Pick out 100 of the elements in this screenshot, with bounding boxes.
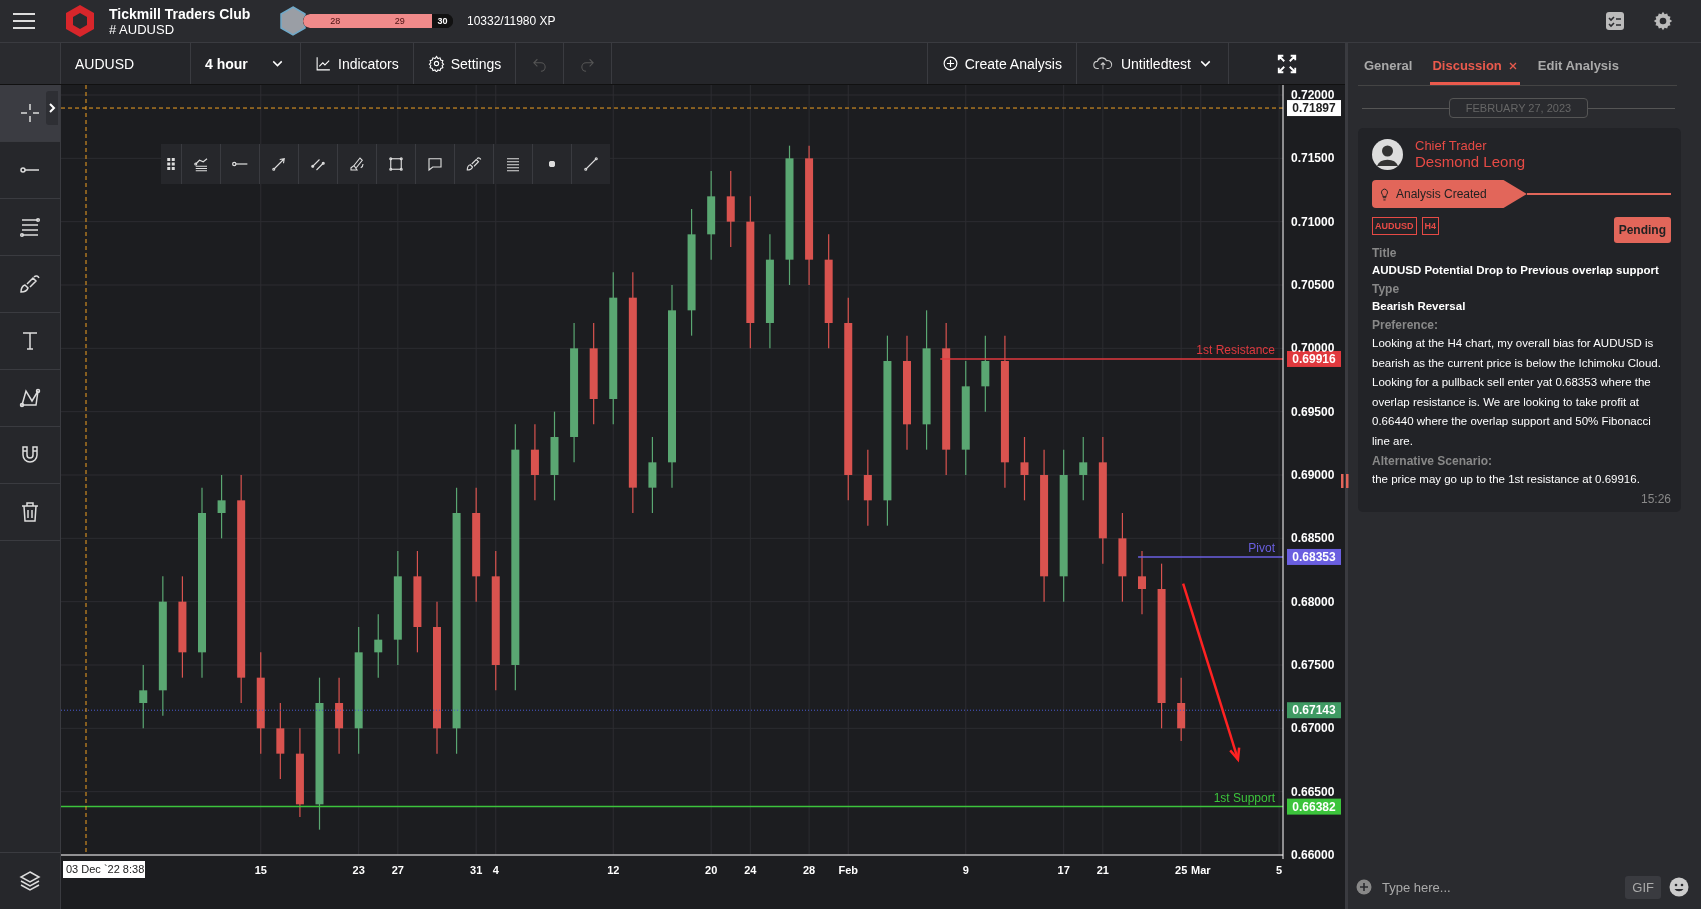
lightbulb-icon [1378,187,1391,201]
pattern-icon [18,386,42,410]
axis-label: 0.67500 [1291,658,1335,672]
event-banner: Analysis Created [1372,180,1527,208]
tag: H4 [1421,217,1440,235]
message-field[interactable]: Type here... [1380,878,1618,896]
avatar [1372,138,1403,170]
candle [1020,436,1029,501]
logo-icon [63,4,97,38]
axis-label: 27 [391,864,404,876]
level-number: 29 [393,15,406,28]
callout-icon [426,155,444,173]
rank-badge-icon [279,6,307,36]
axis-label: 0.66000 [1291,848,1335,862]
save-dropdown[interactable]: Untitledtest [1075,43,1228,84]
checklist-icon[interactable] [1605,11,1625,31]
channel-name: # AUDUSD [109,21,176,37]
panel-tab[interactable]: General [1362,58,1415,85]
fib-fan-icon [192,155,210,173]
panel-tab[interactable]: Edit Analysis [1535,58,1621,85]
axis-label: 21 [1096,864,1109,876]
panel-tab[interactable]: Discussion [1430,58,1520,85]
rectangle-icon [387,155,405,173]
close-icon[interactable] [1507,60,1518,71]
lines-icon [504,155,522,173]
add-icon[interactable] [1356,879,1372,895]
field-value: Bearish Reversal [1372,299,1467,314]
axis-label: 0.69000 [1291,468,1335,482]
brush-icon [465,155,483,173]
axis-label: 31 [470,864,483,876]
axis-label: 23 [352,864,365,876]
axis-label: 0.72000 [1291,88,1335,102]
xp-text: 10332/11980 XP [467,14,556,28]
axis-label: 5 [1276,864,1283,876]
highlighter-icon [348,155,366,173]
menu-icon[interactable] [13,12,35,30]
arrow-line-icon [270,155,288,173]
fullscreen-icon [1276,52,1298,75]
timestamp: 15:26 [1640,491,1671,506]
field-value: Looking at the H4 chart, my overall bias for AUDUSD is bearish as the current price is below the Ichimoku Cloud. Looking for a pullback sell enter yat 0.68353 where the overlap resistance is. We are looking to take profit at 0.66440 where the overlap support and 50% Fibonacci line are. [1372,336,1662,449]
date-separator: FEBRUARY 27, 2023 [1448,98,1589,118]
time-label: 03 Dec `22 8:38 [63,861,145,878]
field-value: the price may go up to the 1st resistance at 0.69916. [1372,472,1641,487]
price-label: 0.67143 [1287,702,1341,719]
expand-icon[interactable] [46,91,58,125]
ray-icon [18,167,42,173]
indicators-icon [315,55,332,72]
timeframe-dropdown[interactable]: 4 hour [190,43,300,84]
candle [1138,550,1146,615]
field-value: AUDUSD Potential Drop to Previous overlap support [1372,263,1660,278]
axis-label: 0.70500 [1291,278,1335,292]
brush-icon [18,272,42,296]
axis-label: 12 [607,864,620,876]
fib-lines-icon [18,215,42,239]
author-role: Chief Trader [1415,138,1488,153]
candle [139,664,148,729]
app-name: Tickmill Traders Club [109,5,252,22]
crosshair-tool[interactable] [0,85,60,142]
axis-label: 0.71000 [1291,214,1335,229]
settings-icon[interactable] [1653,11,1673,31]
candle [374,613,383,679]
candle [1177,677,1186,742]
field-label: Alternative Scenario: [1372,453,1494,470]
author-name: Desmond Leong [1415,153,1526,170]
price-label: 0.71897 [1287,100,1341,117]
level-label: 1st Support [1213,790,1275,805]
axis-label: 4 [492,864,499,876]
segment-icon [582,155,600,173]
field-label: Title [1372,245,1398,262]
layers-icon [18,869,42,893]
axis-label: 24 [744,864,757,876]
axis-label: Feb [838,864,859,876]
axis-label: 0.68500 [1291,531,1335,546]
emoji-icon[interactable] [1669,877,1689,897]
create-analysis-button[interactable]: Create Analysis [926,43,1076,84]
candle [1079,436,1088,501]
settings-button[interactable]: Settings [412,43,516,84]
axis-label: 28 [802,864,816,876]
axis-label: 0.71500 [1291,151,1335,166]
tag: AUDUSD [1372,217,1417,235]
indicators-button[interactable]: Indicators [300,43,413,84]
status-button[interactable]: Pending [1613,217,1671,243]
axis-label: 9 [962,864,969,876]
level-number: 28 [329,15,342,28]
level-label: Pivot [1248,540,1275,555]
candle [217,474,226,539]
axis-label: 0.66500 [1291,784,1335,799]
axis-label: 15 [254,864,267,876]
resize-handle[interactable] [1341,474,1349,488]
plus-icon [941,55,959,72]
field-label: Preference: [1372,317,1440,334]
axis-label: 0.67000 [1291,721,1335,736]
axis-label: 0.68000 [1291,594,1335,609]
ray-icon [231,161,249,167]
axis-label: 20 [705,864,718,876]
gif-button[interactable]: GIF [1625,875,1661,899]
cloud-upload-icon [1090,55,1115,72]
axis-label: 25 [1175,864,1188,876]
field-label: Type [1372,281,1401,298]
axis-label: 0.69500 [1291,404,1335,419]
